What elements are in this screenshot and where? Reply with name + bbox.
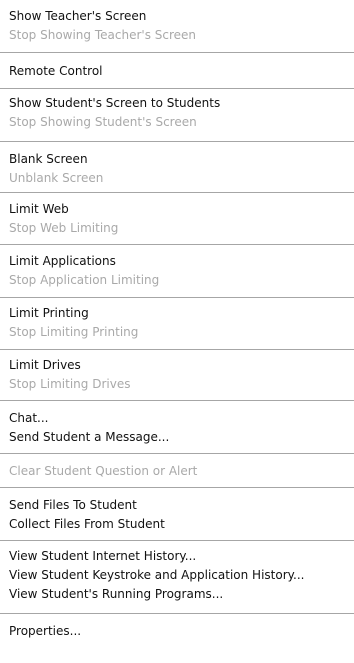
menu-item-stop-limiting-drives: Stop Limiting Drives	[9, 377, 131, 391]
menu-item-properties[interactable]: Properties...	[9, 622, 81, 640]
menu-item-limit-printing[interactable]: Limit Printing	[9, 304, 89, 322]
menu-item-remote-control[interactable]: Remote Control	[9, 62, 103, 80]
menu-separator	[0, 192, 354, 193]
menu-separator	[0, 487, 354, 488]
menu-item-unblank-screen: Unblank Screen	[9, 171, 104, 185]
menu-separator	[0, 349, 354, 350]
menu-separator	[0, 88, 354, 89]
menu-separator	[0, 400, 354, 401]
menu-separator	[0, 141, 354, 142]
menu-item-stop-limiting-printing: Stop Limiting Printing	[9, 325, 139, 339]
menu-item-stop-application-limiting: Stop Application Limiting	[9, 273, 160, 287]
menu-item-blank-screen[interactable]: Blank Screen	[9, 150, 88, 168]
menu-item-show-students-screen-to-students[interactable]: Show Student's Screen to Students	[9, 94, 220, 112]
menu-separator	[0, 453, 354, 454]
menu-item-stop-showing-students-screen: Stop Showing Student's Screen	[9, 115, 197, 129]
menu-separator	[0, 540, 354, 541]
menu-item-limit-web[interactable]: Limit Web	[9, 200, 69, 218]
menu-item-show-teachers-screen[interactable]: Show Teacher's Screen	[9, 7, 146, 25]
menu-item-view-students-running-programs[interactable]: View Student's Running Programs...	[9, 585, 223, 603]
menu-item-send-files-to-student[interactable]: Send Files To Student	[9, 496, 137, 514]
menu-separator	[0, 244, 354, 245]
menu-item-limit-drives[interactable]: Limit Drives	[9, 356, 81, 374]
menu-item-limit-applications[interactable]: Limit Applications	[9, 252, 116, 270]
menu-separator	[0, 52, 354, 53]
menu-item-stop-showing-teachers-screen: Stop Showing Teacher's Screen	[9, 28, 197, 42]
menu-item-send-student-a-message[interactable]: Send Student a Message...	[9, 428, 169, 446]
menu-item-collect-files-from-student[interactable]: Collect Files From Student	[9, 515, 165, 533]
menu-item-view-student-keystroke-and-application-history[interactable]: View Student Keystroke and Application H…	[9, 566, 304, 584]
menu-separator	[0, 297, 354, 298]
menu-item-view-student-internet-history[interactable]: View Student Internet History...	[9, 547, 196, 565]
menu-separator	[0, 613, 354, 614]
menu-item-stop-web-limiting: Stop Web Limiting	[9, 221, 119, 235]
menu-item-chat[interactable]: Chat...	[9, 409, 49, 427]
context-menu: Show Teacher's Screen Stop Showing Teach…	[0, 0, 354, 663]
menu-item-clear-student-question-or-alert: Clear Student Question or Alert	[9, 464, 198, 478]
